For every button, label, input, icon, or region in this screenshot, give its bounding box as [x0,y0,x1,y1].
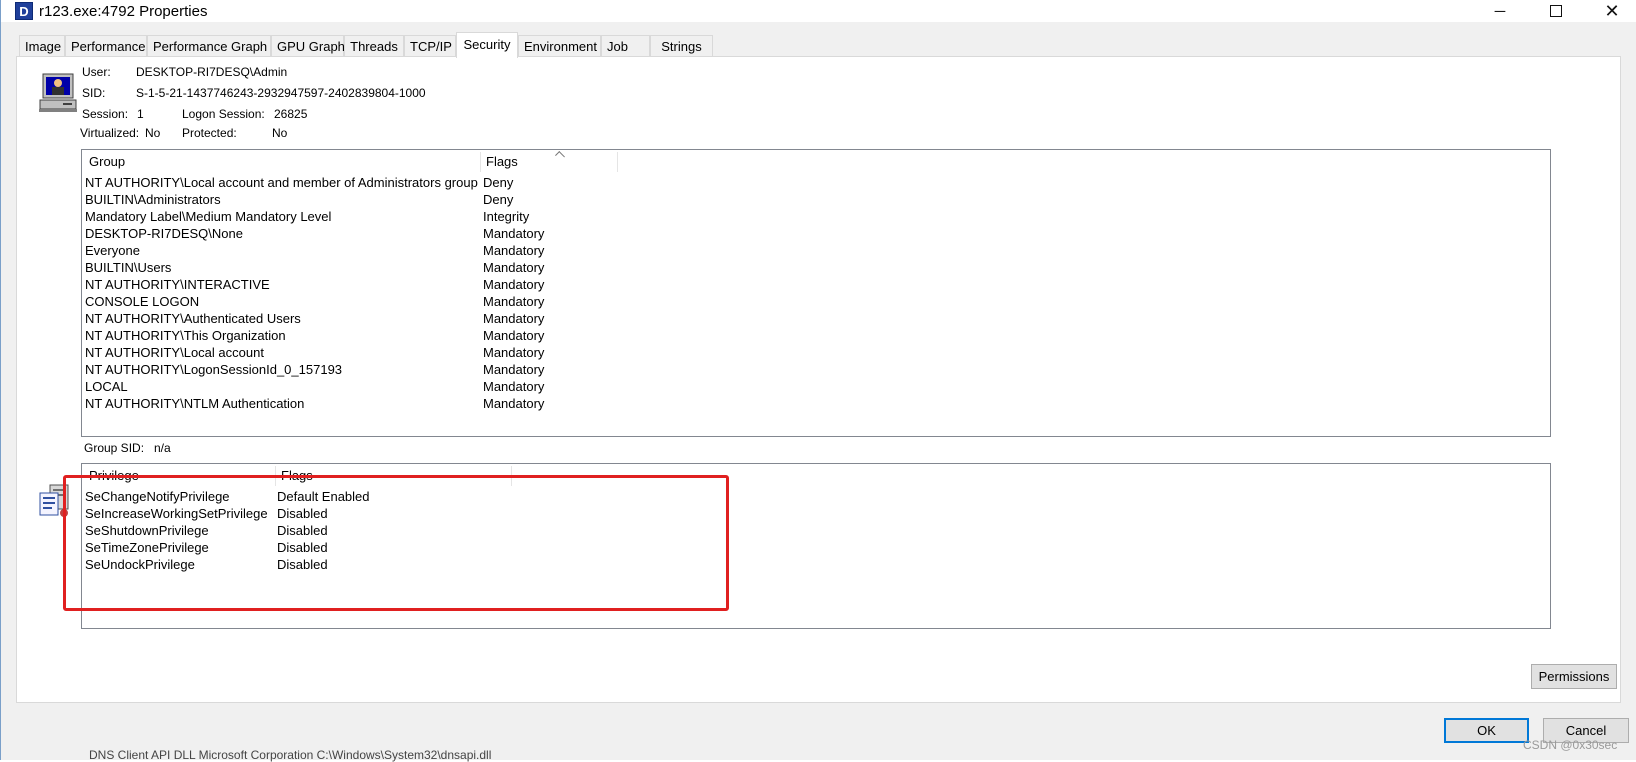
privilege-name[interactable]: SeChangeNotifyPrivilege [85,488,230,506]
tab-job[interactable]: Job [601,35,650,57]
group-name[interactable]: NT AUTHORITY\Authenticated Users [85,310,301,328]
group-name[interactable]: Mandatory Label\Medium Mandatory Level [85,208,331,226]
close-icon: ✕ [1604,0,1620,21]
group-flags: Integrity [483,209,530,224]
tab-gpu-graph[interactable]: GPU Graph [271,35,345,57]
logon-session-value: 26825 [274,107,308,121]
tab-threads[interactable]: Threads [344,35,404,57]
group-flags: Mandatory [483,260,545,275]
tab-image[interactable]: Image [19,35,65,57]
tab-strings[interactable]: Strings [650,35,713,57]
group-flags: Mandatory [483,243,545,258]
sort-ascending-icon [555,151,565,161]
group-flags: Mandatory [483,277,545,292]
window-title: r123.exe:4792 Properties [39,2,208,20]
group-name[interactable]: NT AUTHORITY\Local account [85,344,264,362]
protected-value: No [272,126,288,140]
group-name[interactable]: BUILTIN\Administrators [85,191,221,209]
group-flags: Mandatory [483,294,545,309]
sid-value: S-1-5-21-1437746243-2932947597-240283980… [136,86,426,100]
tab-environment[interactable]: Environment [518,35,601,57]
group-flags: Mandatory [483,396,545,411]
privileges-list[interactable]: Privilege Flags SeChangeNotifyPrivilege … [81,463,1551,629]
group-flags: Mandatory [483,379,545,394]
group-flags: Mandatory [483,362,545,377]
user-computer-icon [39,73,77,112]
minimize-button[interactable]: ─ [1477,0,1523,22]
group-flags: Deny [483,192,514,207]
privilege-flags: Disabled [277,506,328,521]
title-bar[interactable]: D r123.exe:4792 Properties ─ ✕ [1,0,1636,22]
tab-tcpip[interactable]: TCP/IP [404,35,456,57]
group-name[interactable]: NT AUTHORITY\INTERACTIVE [85,276,270,294]
maximize-icon [1550,5,1562,17]
privilege-flags: Disabled [277,540,328,555]
column-divider[interactable] [617,152,618,172]
group-sid-value: n/a [154,441,171,455]
groups-list[interactable]: Group Flags NT AUTHORITY\Local account a… [81,149,1551,437]
group-name[interactable]: NT AUTHORITY\This Organization [85,327,286,345]
group-name[interactable]: NT AUTHORITY\Local account and member of… [85,174,478,192]
privilege-name[interactable]: SeIncreaseWorkingSetPrivilege [85,505,268,523]
flags-column-header[interactable]: Flags [281,464,313,488]
protected-label: Protected: [182,126,237,140]
group-name[interactable]: BUILTIN\Users [85,259,171,277]
tab-performance-graph[interactable]: Performance Graph [147,35,271,57]
maximize-button[interactable] [1533,0,1579,22]
group-sid-label: Group SID: [84,441,145,455]
group-flags: Deny [483,175,514,190]
group-flags: Mandatory [483,345,545,360]
column-divider[interactable] [275,466,276,486]
privilege-flags: Disabled [277,523,328,538]
group-column-header[interactable]: Group [89,150,125,174]
privilege-name[interactable]: SeTimeZonePrivilege [85,539,209,557]
sid-label: SID: [82,86,106,100]
permissions-button[interactable]: Permissions [1531,664,1617,689]
close-button[interactable]: ✕ [1589,0,1635,22]
privilege-certificate-icon [39,484,69,517]
group-name[interactable]: DESKTOP-RI7DESQ\None [85,225,243,243]
tab-security[interactable]: Security [456,32,518,58]
privilege-name[interactable]: SeUndockPrivilege [85,556,195,574]
tab-performance[interactable]: Performance [65,35,147,57]
privilege-flags: Disabled [277,557,328,572]
column-divider[interactable] [511,466,512,486]
column-divider[interactable] [480,152,481,172]
group-name[interactable]: NT AUTHORITY\NTLM Authentication [85,395,304,413]
user-label: User: [82,65,111,79]
session-value: 1 [137,107,144,121]
group-name[interactable]: Everyone [85,242,140,260]
group-flags: Mandatory [483,226,545,241]
group-name[interactable]: CONSOLE LOGON [85,293,199,311]
user-value: DESKTOP-RI7DESQ\Admin [136,65,288,79]
logon-session-label: Logon Session: [182,107,265,121]
group-name[interactable]: NT AUTHORITY\LogonSessionId_0_157193 [85,361,342,379]
group-name[interactable]: LOCAL [85,378,128,396]
privilege-column-header[interactable]: Privilege [89,464,139,488]
flags-column-header[interactable]: Flags [486,150,518,174]
group-flags: Mandatory [483,328,545,343]
minimize-icon: ─ [1494,2,1506,20]
app-icon: D [15,2,33,20]
privilege-flags: Default Enabled [277,489,370,504]
watermark: CSDN @0x30sec [1523,738,1618,752]
session-label: Session: [82,107,129,121]
virtualized-value: No [145,126,161,140]
virtualized-label: Virtualized: [80,126,140,140]
ok-button[interactable]: OK [1444,718,1529,743]
properties-window: D r123.exe:4792 Properties ─ ✕ Image Per… [0,0,1636,762]
privilege-name[interactable]: SeShutdownPrivilege [85,522,209,540]
group-flags: Mandatory [483,311,545,326]
